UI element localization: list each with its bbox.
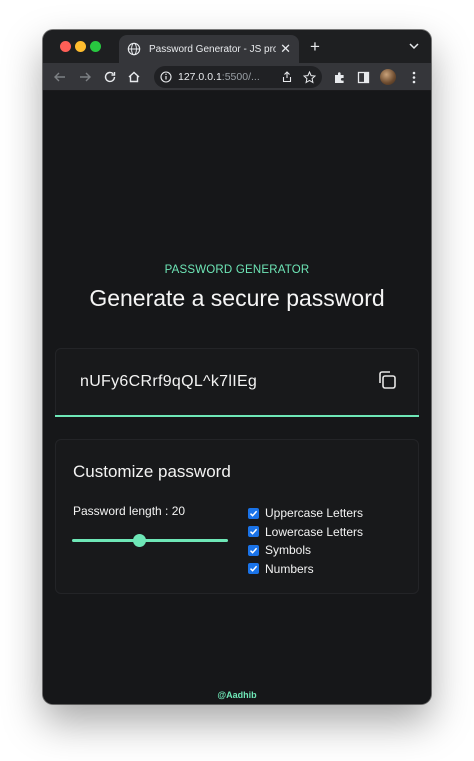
minimize-window-button[interactable] <box>75 41 86 52</box>
option-numbers[interactable]: Numbers <box>248 560 363 579</box>
back-arrow-icon[interactable] <box>51 68 69 86</box>
bookmark-star-icon[interactable] <box>303 70 316 84</box>
tab-strip: Password Generator - JS proje ✕ + <box>43 30 431 63</box>
close-tab-icon[interactable]: ✕ <box>280 43 291 56</box>
checkbox[interactable] <box>248 526 259 538</box>
password-underline <box>55 415 419 417</box>
url-path: :5500/... <box>221 71 260 83</box>
profile-avatar[interactable] <box>380 69 396 85</box>
customize-title: Customize password <box>73 462 231 481</box>
option-label: Uppercase Letters <box>265 506 364 521</box>
customize-panel: Customize password Password length : 20 … <box>55 439 419 594</box>
address-bar[interactable]: 127.0.0.1:5500/... <box>154 66 322 88</box>
side-panel-icon[interactable] <box>354 68 372 86</box>
home-icon[interactable] <box>125 68 143 86</box>
copy-icon[interactable] <box>376 369 398 391</box>
checkmark-icon <box>249 547 258 554</box>
author-credit[interactable]: @Aadhib <box>43 690 431 700</box>
slider-thumb[interactable] <box>133 534 147 547</box>
password-length-label: Password length : 20 <box>73 504 186 518</box>
page-eyebrow: PASSWORD GENERATOR <box>164 264 310 276</box>
checkmark-icon <box>249 510 258 517</box>
globe-icon <box>127 42 141 56</box>
share-icon[interactable] <box>281 71 293 83</box>
checkbox[interactable] <box>248 507 259 519</box>
checkmark-icon <box>249 566 258 573</box>
new-tab-button[interactable]: + <box>310 38 320 55</box>
option-uppercase-letters[interactable]: Uppercase Letters <box>248 504 363 523</box>
option-label: Symbols <box>265 543 312 558</box>
extensions-puzzle-icon[interactable] <box>330 68 348 86</box>
password-length-slider[interactable] <box>72 533 228 547</box>
tab-password-generator[interactable]: Password Generator - JS proje ✕ <box>119 35 299 63</box>
checkbox[interactable] <box>248 544 259 556</box>
tab-title: Password Generator - JS proje <box>149 43 277 55</box>
option-lowercase-letters[interactable]: Lowercase Letters <box>248 523 363 542</box>
chevron-down-icon[interactable] <box>409 42 419 50</box>
more-menu-icon[interactable] <box>405 68 423 86</box>
password-display: nUFy6CRrf9qQL^k7lIEg <box>55 348 419 416</box>
page-title: Generate a secure password <box>89 285 385 311</box>
checkmark-icon <box>249 529 258 536</box>
option-label: Numbers <box>265 561 314 576</box>
url-host: 127.0.0.1 <box>178 71 222 83</box>
browser-toolbar: 127.0.0.1:5500/... <box>43 63 431 91</box>
character-options: Uppercase Letters Lowercase Letters Symbol… <box>248 504 363 578</box>
generated-password[interactable]: nUFy6CRrf9qQL^k7lIEg <box>80 373 257 391</box>
info-icon[interactable] <box>160 71 172 83</box>
zoom-window-button[interactable] <box>90 41 101 52</box>
checkbox[interactable] <box>248 563 259 575</box>
close-window-button[interactable] <box>60 41 71 52</box>
reload-icon[interactable] <box>101 68 119 86</box>
option-symbols[interactable]: Symbols <box>248 541 363 560</box>
page-content: PASSWORD GENERATOR Generate a secure pas… <box>43 91 431 704</box>
url-text: 127.0.0.1:5500/... <box>178 71 281 83</box>
option-label: Lowercase Letters <box>265 524 364 539</box>
slider-track <box>72 539 228 542</box>
browser-window: Password Generator - JS proje ✕ + 127.0. <box>43 30 431 704</box>
forward-arrow-icon[interactable] <box>76 68 94 86</box>
